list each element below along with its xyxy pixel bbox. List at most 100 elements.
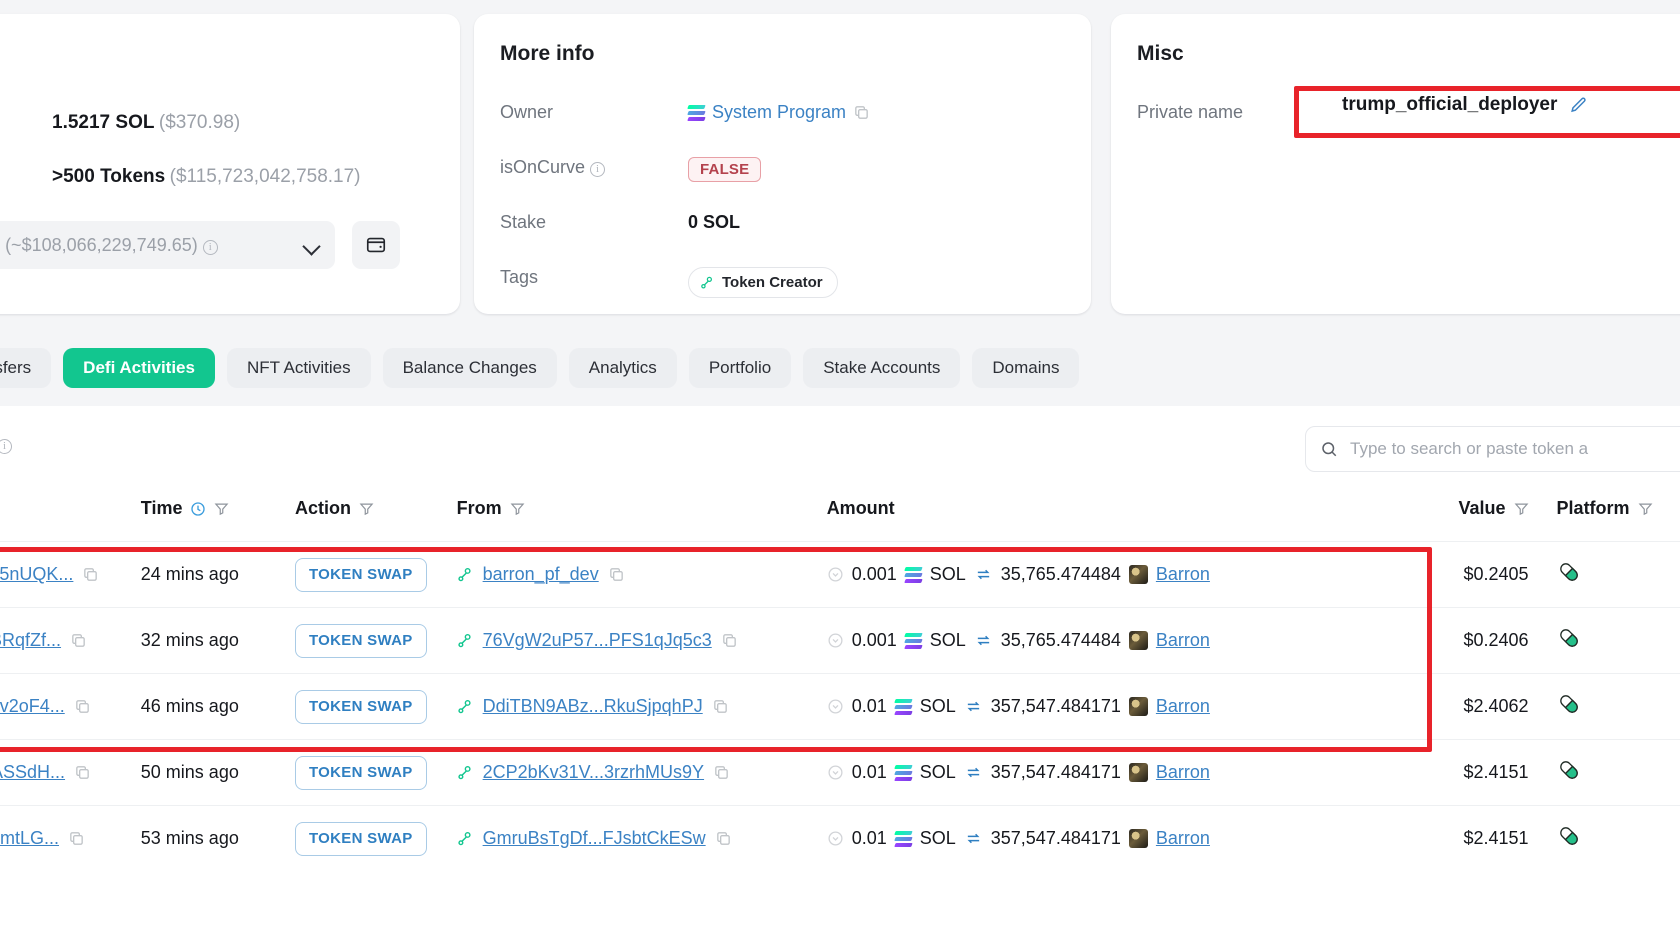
- col-from[interactable]: From: [457, 490, 827, 542]
- clock-icon[interactable]: [190, 501, 206, 517]
- cell-from: 76VgW2uP57...PFS1qJq5c3: [456, 607, 827, 674]
- info-icon[interactable]: i: [590, 162, 606, 177]
- result-count: s(s) i: [0, 436, 12, 457]
- filter-icon[interactable]: [510, 501, 525, 516]
- action-badge[interactable]: TOKEN SWAP: [294, 557, 427, 592]
- amount-in: 0.001: [851, 630, 897, 650]
- table-row[interactable]: cVyd5nUQK... 24 mins agoTOKEN SWAP barron_…: [0, 541, 1680, 608]
- copy-icon[interactable]: [713, 764, 730, 781]
- cell-platform: [1528, 673, 1680, 740]
- table-row[interactable]: 3ZsBRqfZf... 32 mins agoTOKEN SWAP 76VgW2u…: [0, 607, 1680, 674]
- signature-link[interactable]: GHjJmtLG...: [0, 828, 59, 849]
- owner-value: System Program: [687, 102, 870, 123]
- signature-link[interactable]: dxXASSdH...: [0, 762, 65, 783]
- signature-link[interactable]: cVyd5nUQK...: [0, 564, 73, 585]
- amount-out-token[interactable]: Barron: [1156, 828, 1210, 849]
- pump-fun-icon[interactable]: [1557, 692, 1581, 716]
- amount-out: 357,547.484171: [990, 828, 1121, 849]
- copy-icon[interactable]: [82, 566, 99, 583]
- action-badge[interactable]: TOKEN SWAP: [294, 623, 427, 658]
- pump-fun-icon[interactable]: [1557, 626, 1581, 650]
- copy-icon[interactable]: [68, 830, 85, 847]
- amount-in-token: SOL: [929, 564, 966, 584]
- swap-arrows-icon: [977, 635, 990, 646]
- expand-row-icon[interactable]: [827, 566, 844, 583]
- cell-signature: JhsAv2oF4...: [0, 673, 141, 740]
- pump-fun-icon[interactable]: [1557, 758, 1581, 782]
- cell-action: TOKEN SWAP: [294, 673, 457, 740]
- tab-nft-activities[interactable]: NFT Activities: [226, 348, 371, 388]
- amount-out-token[interactable]: Barron: [1156, 762, 1210, 783]
- col-platform[interactable]: Platform: [1529, 490, 1680, 542]
- amount-out-token[interactable]: Barron: [1156, 564, 1210, 585]
- signature-link[interactable]: JhsAv2oF4...: [0, 696, 65, 717]
- overview-card: 1.5217 SOL ($370.98) >500 Tokens ($115,7…: [0, 14, 460, 314]
- owner-link[interactable]: System Program: [712, 102, 846, 123]
- table-body: cVyd5nUQK...24 mins agoTOKEN SWAPbarron_…: [0, 541, 1680, 872]
- copy-icon[interactable]: [608, 566, 625, 583]
- solana-logo-icon: [904, 566, 923, 583]
- tab-balance-changes[interactable]: Balance Changes: [382, 348, 557, 388]
- col-value[interactable]: Value: [1390, 490, 1528, 542]
- copy-icon[interactable]: [74, 698, 91, 715]
- cell-signature: GHjJmtLG...: [0, 805, 141, 872]
- copy-icon[interactable]: [721, 632, 738, 649]
- copy-icon[interactable]: [712, 698, 729, 715]
- expand-row-icon[interactable]: [827, 764, 844, 781]
- copy-icon[interactable]: [715, 830, 732, 847]
- expand-row-icon[interactable]: [827, 632, 844, 649]
- from-address-link[interactable]: GmruBsTgDf...FJsbtCkESw: [483, 828, 706, 849]
- token-selector-dropdown[interactable]: 900 (~$108,066,229,749.65) i: [0, 221, 335, 269]
- edit-pencil-icon[interactable]: [1569, 96, 1588, 115]
- table-row[interactable]: JhsAv2oF4... 46 mins agoTOKEN SWAP DdiTBN9…: [0, 673, 1680, 740]
- filter-icon[interactable]: [214, 501, 229, 516]
- solana-logo-icon: [904, 632, 923, 649]
- from-address-link[interactable]: barron_pf_dev: [483, 564, 599, 585]
- table-row[interactable]: GHjJmtLG... 53 mins agoTOKEN SWAP GmruBsTg…: [0, 805, 1680, 872]
- tab-domains[interactable]: Domains: [972, 348, 1080, 388]
- pump-fun-icon[interactable]: [1557, 560, 1581, 584]
- misc-title: Misc: [1137, 42, 1184, 65]
- expand-row-icon[interactable]: [827, 830, 844, 847]
- copy-icon[interactable]: [70, 632, 87, 649]
- cell-from: barron_pf_dev: [456, 541, 827, 608]
- swap-arrows-icon: [967, 833, 980, 844]
- copy-icon[interactable]: [853, 104, 870, 121]
- filter-icon[interactable]: [1638, 501, 1653, 516]
- token-balance-line: >500 Tokens ($115,723,042,758.17): [52, 166, 361, 188]
- amount-out-token[interactable]: Barron: [1156, 630, 1210, 651]
- from-address-link[interactable]: 76VgW2uP57...PFS1qJq5c3: [483, 630, 712, 651]
- info-icon[interactable]: i: [0, 439, 12, 454]
- action-badge[interactable]: TOKEN SWAP: [294, 689, 427, 724]
- from-address-link[interactable]: 2CP2bKv31V...3rzrhMUs9Y: [483, 762, 704, 783]
- table-row[interactable]: dxXASSdH... 50 mins agoTOKEN SWAP 2CP2bKv3…: [0, 739, 1680, 806]
- tab-portfolio[interactable]: Portfolio: [688, 348, 792, 388]
- wallet-button[interactable]: [352, 221, 400, 269]
- cell-signature: 3ZsBRqfZf...: [0, 607, 141, 674]
- solana-logo-icon: [894, 764, 913, 781]
- expand-row-icon[interactable]: [827, 698, 844, 715]
- from-address-link[interactable]: DdiTBN9ABz...RkuSjpqhPJ: [483, 696, 703, 717]
- tab-transfers[interactable]: Transfers: [0, 348, 52, 388]
- tab-analytics[interactable]: Analytics: [568, 348, 677, 388]
- chevron-down-icon[interactable]: [303, 236, 321, 254]
- action-badge[interactable]: TOKEN SWAP: [294, 821, 427, 856]
- col-time[interactable]: Time: [141, 490, 295, 542]
- cell-action: TOKEN SWAP: [294, 607, 457, 674]
- copy-icon[interactable]: [74, 764, 91, 781]
- pump-fun-icon[interactable]: [1557, 824, 1581, 848]
- filter-icon[interactable]: [1514, 501, 1529, 516]
- tab-stake-accounts[interactable]: Stake Accounts: [803, 348, 961, 388]
- filter-icon[interactable]: [359, 501, 374, 516]
- amount-out: 35,765.474484: [1000, 630, 1121, 650]
- amount-out-token[interactable]: Barron: [1156, 696, 1210, 717]
- signature-link[interactable]: 3ZsBRqfZf...: [0, 630, 61, 651]
- col-action[interactable]: Action: [295, 490, 457, 542]
- token-creator-tag[interactable]: Token Creator: [688, 267, 838, 298]
- info-icon[interactable]: i: [202, 239, 218, 255]
- tab-defi-activities[interactable]: Defi Activities: [63, 348, 215, 388]
- search-input[interactable]: Type to search or paste token a: [1350, 439, 1588, 459]
- action-badge[interactable]: TOKEN SWAP: [294, 755, 427, 790]
- token-search-box[interactable]: Type to search or paste token a: [1305, 426, 1680, 472]
- solana-logo-icon: [894, 698, 913, 715]
